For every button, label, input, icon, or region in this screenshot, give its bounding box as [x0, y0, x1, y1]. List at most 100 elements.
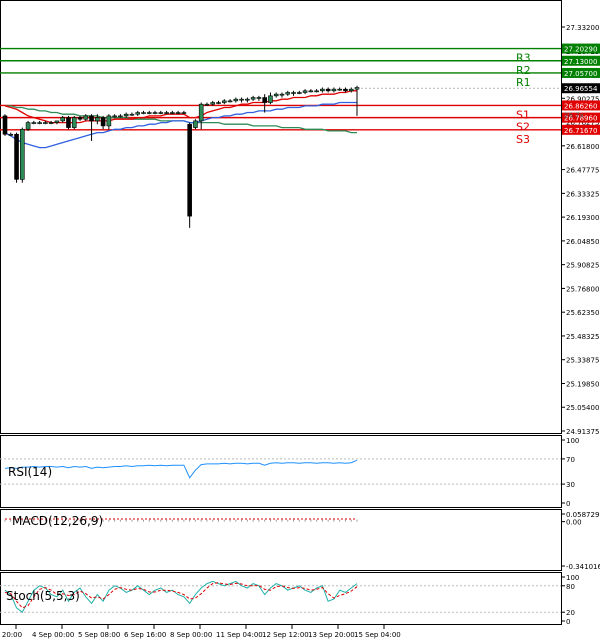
candle-body: [112, 115, 117, 118]
candle-body: [302, 90, 308, 93]
candle-body: [343, 88, 348, 92]
candle-body: [279, 93, 285, 96]
level-tag-label: 26.86260: [564, 102, 597, 110]
candle: [250, 95, 256, 101]
rsi-pane: 100 70 30 0: [0, 437, 579, 508]
candle-body: [164, 112, 169, 114]
candle: [302, 89, 308, 95]
stoch-pane: 10080 200: [0, 574, 579, 626]
price-tick-label: 26.47775: [566, 167, 599, 175]
candle-body: [245, 98, 250, 101]
stoch-label: Stoch(5,5,3): [6, 589, 80, 603]
candle: [60, 115, 66, 123]
candle: [37, 120, 42, 125]
candle-body: [95, 117, 100, 122]
candle-body: [89, 115, 94, 122]
candle: [245, 97, 250, 103]
candle-body: [43, 122, 48, 124]
candle-body: [123, 113, 129, 117]
level-name-s1: S1: [516, 108, 530, 121]
price-tick-label: 26.61800: [566, 143, 599, 151]
candle: [89, 114, 94, 141]
time-tick-label: 4 Sep 00:00: [32, 631, 74, 639]
candle-body: [256, 97, 262, 99]
rsi-tick-label: 30: [566, 481, 575, 489]
main-pane-frame: [0, 0, 562, 434]
candle-body: [77, 117, 83, 120]
candle: [279, 92, 285, 98]
candle: [181, 110, 187, 115]
candle-body: [71, 117, 77, 128]
candle-body: [204, 103, 210, 106]
candle-body: [198, 103, 204, 122]
price-tick-label: 25.19850: [566, 380, 599, 388]
candle-body: [320, 88, 325, 92]
candle-body: [146, 112, 152, 114]
level-name-s2: S2: [516, 121, 530, 134]
candle: [164, 110, 169, 115]
candle-body: [285, 92, 291, 95]
candle-body: [20, 128, 25, 180]
stoch-tick-label: 80: [566, 583, 575, 591]
candle: [71, 115, 77, 130]
candle: [146, 110, 152, 115]
candle: [66, 115, 71, 130]
candle: [233, 97, 239, 103]
candle: [14, 132, 19, 183]
candle: [291, 90, 296, 96]
candle-body: [233, 98, 239, 102]
candle-body: [2, 115, 8, 135]
candle-body: [221, 100, 227, 103]
ma-green-line: [5, 105, 357, 134]
candle: [325, 87, 331, 93]
candle: [198, 102, 204, 130]
candle: [296, 90, 302, 95]
time-tick-label: 5 Sep 08:00: [78, 631, 120, 639]
overlapped-price-label: 26.7x: [564, 112, 584, 120]
candle: [221, 99, 227, 105]
candle: [331, 87, 337, 93]
price-tick-label: 26.33325: [566, 190, 599, 198]
candle: [262, 94, 267, 113]
candle-body: [337, 88, 342, 91]
candle-body: [14, 133, 19, 180]
candle: [31, 120, 37, 125]
stoch-pane-frame: [0, 572, 562, 625]
level-tag-label: 27.13000: [564, 58, 597, 66]
candle: [112, 114, 117, 118]
rsi-tick-label: 0: [566, 500, 570, 508]
candle: [158, 110, 164, 115]
candle-body: [331, 88, 337, 92]
moving-averages: [4, 90, 357, 149]
candle-body: [181, 112, 187, 114]
candle-body: [227, 100, 233, 103]
candle: [256, 95, 262, 101]
candle: [227, 99, 233, 103]
candle-body: [262, 97, 267, 103]
candle-body: [141, 112, 146, 114]
candle: [77, 115, 83, 121]
candle: [141, 110, 146, 115]
price-tick-label: 27.33200: [566, 24, 599, 32]
candle: [106, 114, 112, 130]
stoch-tick-label: 0: [566, 618, 570, 626]
macd-tick-label: -0.341016: [566, 563, 600, 571]
candle-body: [8, 133, 14, 136]
price-tick-label: 25.62350: [566, 309, 599, 317]
price-tick-label: 26.19300: [566, 214, 599, 222]
candle-body: [106, 115, 112, 127]
price-tick-label: 25.33875: [566, 357, 599, 365]
candle-body: [83, 115, 89, 120]
rsi-pane-frame: [0, 435, 562, 508]
level-tag-label: 27.20290: [564, 46, 597, 54]
candle: [273, 92, 279, 98]
time-tick-label: 15 Sep 04:00: [354, 631, 401, 639]
candle: [152, 110, 158, 115]
candle: [216, 100, 221, 105]
candle: [170, 110, 175, 115]
candle-body: [60, 117, 66, 122]
candle: [308, 89, 314, 93]
candle: [2, 114, 8, 136]
level-name-r3: R3: [516, 52, 531, 65]
stoch-tick-label: 100: [566, 574, 579, 582]
